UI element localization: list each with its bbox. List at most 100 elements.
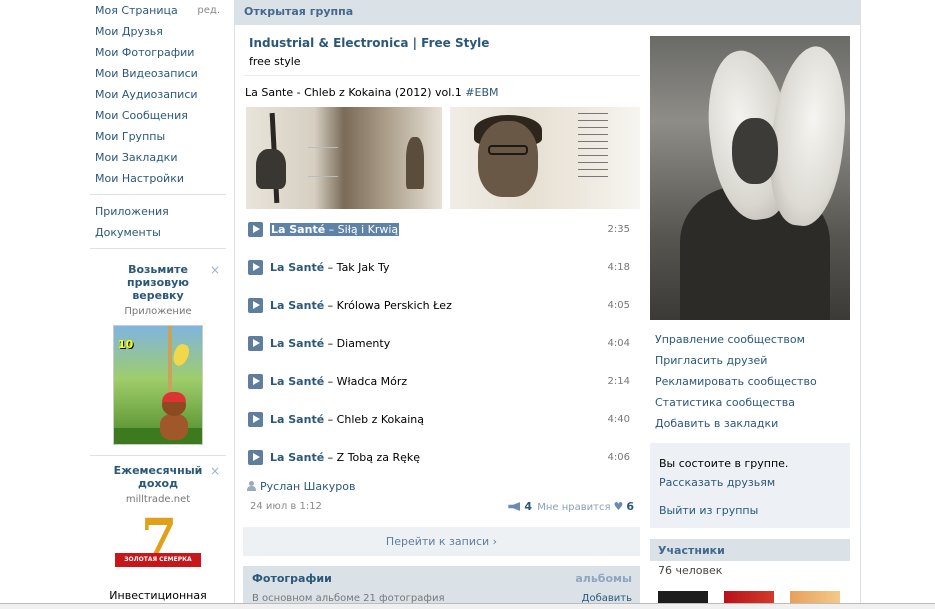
menu-my-bookmarks[interactable]: Мои Закладки: [90, 147, 226, 168]
menu-divider: [90, 194, 226, 195]
ad-promo-app[interactable]: × Возьмите призовую веревку Приложение 1…: [90, 255, 226, 456]
game-counter: 10: [118, 338, 134, 351]
person-icon: [247, 481, 256, 491]
close-icon[interactable]: ×: [210, 263, 220, 277]
left-menu: Моя Страница ред. Мои Друзья Мои Фотогра…: [90, 0, 226, 609]
monkey-graphic: [154, 392, 194, 440]
track-duration: 4:18: [607, 262, 630, 273]
photos-title[interactable]: Фотографии: [252, 572, 332, 585]
edit-link[interactable]: ред.: [197, 0, 220, 21]
play-icon[interactable]: [248, 260, 263, 275]
track-title[interactable]: La Santé – Chleb z Kokainą: [270, 413, 424, 426]
members-header[interactable]: Участники: [650, 539, 850, 561]
menu-my-videos[interactable]: Мои Видеозаписи: [90, 63, 226, 84]
invite-friends-link[interactable]: Пригласить друзей: [655, 354, 817, 375]
like-count: 6: [626, 500, 634, 513]
post-photo[interactable]: [450, 107, 640, 209]
admin-links: Управление сообществом Пригласить друзей…: [655, 333, 817, 438]
leave-group-link[interactable]: Выйти из группы: [659, 504, 758, 517]
banana-graphic: [170, 342, 192, 368]
menu-divider: [90, 248, 226, 249]
track-duration: 2:35: [607, 224, 630, 235]
group-name: Industrial & Electronica | Free Style: [249, 36, 490, 50]
rope-graphic: [168, 326, 172, 396]
menu-apps[interactable]: Приложения: [90, 201, 226, 222]
play-icon[interactable]: [248, 412, 263, 427]
menu-my-friends[interactable]: Мои Друзья: [90, 21, 226, 42]
menu-my-messages[interactable]: Мои Сообщения: [90, 105, 226, 126]
post-photos: [244, 107, 640, 209]
divider: [244, 75, 640, 76]
post-author[interactable]: Руслан Шакуров: [244, 480, 640, 493]
play-icon[interactable]: [248, 450, 263, 465]
page-border: [860, 0, 861, 609]
track-duration: 2:14: [607, 376, 630, 387]
play-icon[interactable]: [248, 222, 263, 237]
ad-game-image[interactable]: 10: [113, 325, 203, 445]
audio-track[interactable]: La Santé – Królowa Perskich Łez 4:05: [244, 298, 640, 336]
add-bookmark-link[interactable]: Добавить в закладки: [655, 417, 817, 438]
track-title[interactable]: La Santé – Z Tobą za Rękę: [270, 451, 420, 464]
post-meta: 24 июл в 1:12 4 Мне нравится ♥ 6: [244, 499, 640, 517]
author-name[interactable]: Руслан Шакуров: [260, 480, 356, 493]
advertise-community-link[interactable]: Рекламировать сообщество: [655, 375, 817, 396]
community-stats-link[interactable]: Статистика сообщества: [655, 396, 817, 417]
track-title[interactable]: La Santé – Diamenty: [270, 337, 390, 350]
ad-subtitle: Приложение: [124, 306, 192, 317]
menu-my-page[interactable]: Моя Страница ред.: [90, 0, 226, 21]
audio-list: La Santé – Siłą i Krwią 2:35 La Santé – …: [244, 222, 640, 488]
page-type-title: Открытая группа: [244, 5, 354, 18]
tell-friends-link[interactable]: Рассказать друзьям: [659, 476, 775, 489]
browser-status-strip: [0, 603, 935, 609]
megaphone-icon: [508, 502, 521, 511]
play-icon[interactable]: [248, 298, 263, 313]
audio-track[interactable]: La Santé – Władca Mórz 2:14: [244, 374, 640, 412]
track-duration: 4:40: [607, 414, 630, 425]
post-date[interactable]: 24 июл в 1:12: [250, 501, 322, 512]
membership-status: Вы состоите в группе.: [659, 457, 789, 470]
albums-link[interactable]: альбомы: [575, 572, 632, 585]
track-title[interactable]: La Santé – Siłą i Krwią: [270, 223, 400, 236]
ad-title[interactable]: Возьмите призовую веревку: [90, 263, 226, 302]
menu-my-photos[interactable]: Мои Фотографии: [90, 42, 226, 63]
share-count: 4: [524, 500, 532, 513]
golden-seven-logo[interactable]: 7 ЗОЛОТАЯ СЕМЕРКА: [113, 511, 203, 583]
menu-item-label[interactable]: Моя Страница: [95, 4, 178, 17]
members-count: 76 человек: [658, 564, 723, 577]
wall-post: Industrial & Electronica | Free Style fr…: [244, 36, 640, 517]
track-duration: 4:04: [607, 338, 630, 349]
menu-my-audio[interactable]: Мои Аудиозаписи: [90, 84, 226, 105]
logo-ribbon: ЗОЛОТАЯ СЕМЕРКА: [115, 553, 201, 567]
heart-icon: ♥: [613, 500, 624, 513]
goto-post-button[interactable]: Перейти к записи ›: [243, 527, 640, 556]
menu-my-settings[interactable]: Мои Настройки: [90, 168, 226, 189]
track-duration: 4:06: [607, 452, 630, 463]
ad-title[interactable]: Ежемесячный доход: [90, 464, 226, 490]
track-title[interactable]: La Santé – Tak Jak Ty: [270, 261, 390, 274]
post-photo[interactable]: [246, 107, 442, 209]
share-button[interactable]: 4: [508, 500, 532, 513]
ad-promo-income[interactable]: × Ежемесячный доход milltrade.net 7 ЗОЛО…: [90, 456, 226, 609]
membership-box: Вы состоите в группе. Рассказать друзьям…: [650, 443, 850, 528]
audio-track[interactable]: La Santé – Siłą i Krwią 2:35: [244, 222, 640, 260]
audio-track[interactable]: La Santé – Diamenty 4:04: [244, 336, 640, 374]
manage-community-link[interactable]: Управление сообществом: [655, 333, 817, 354]
ad-domain: milltrade.net: [125, 494, 191, 505]
hashtag-link[interactable]: #EBM: [465, 86, 498, 99]
group-avatar[interactable]: [650, 36, 850, 320]
post-text: La Sante - Chleb z Kokaina (2012) vol.1 …: [244, 86, 640, 99]
menu-documents[interactable]: Документы: [90, 222, 226, 243]
track-title[interactable]: La Santé – Władca Mórz: [270, 375, 407, 388]
audio-track[interactable]: La Santé – Tak Jak Ty 4:18: [244, 260, 640, 298]
audio-track[interactable]: La Santé – Chleb z Kokainą 4:40: [244, 412, 640, 450]
post-text-body: La Sante - Chleb z Kokaina (2012) vol.1: [245, 86, 462, 99]
close-icon[interactable]: ×: [210, 464, 220, 478]
play-icon[interactable]: [248, 374, 263, 389]
members-title[interactable]: Участники: [658, 544, 725, 557]
menu-my-groups[interactable]: Мои Группы: [90, 126, 226, 147]
play-icon[interactable]: [248, 336, 263, 351]
page-header-bar: Открытая группа: [234, 0, 861, 25]
page-border: [234, 25, 235, 609]
like-button[interactable]: Мне нравится ♥ 6: [537, 500, 634, 513]
track-title[interactable]: La Santé – Królowa Perskich Łez: [270, 299, 452, 312]
